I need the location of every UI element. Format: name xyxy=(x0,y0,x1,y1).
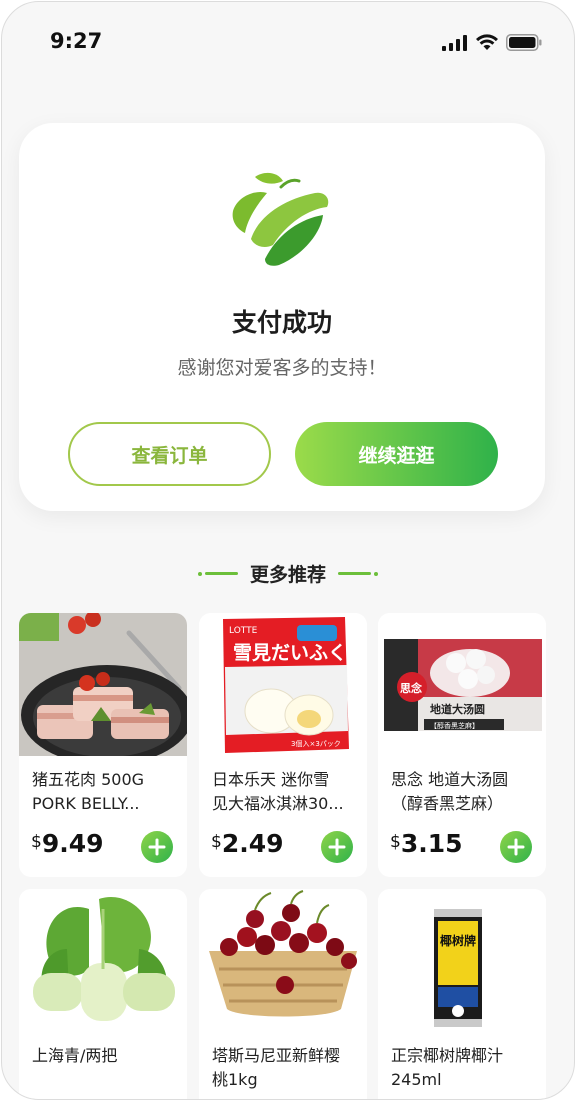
currency-symbol: $ xyxy=(211,832,222,852)
price-amount: 3.15 xyxy=(400,829,463,858)
product-card-cherries[interactable]: 塔斯马尼亚新鲜樱 桃1kg xyxy=(199,889,367,1099)
wifi-icon xyxy=(476,34,498,50)
recommend-section-header: 更多推荐 xyxy=(2,560,574,587)
product-name: 猪五花肉 500G PORK BELLY... xyxy=(32,770,145,813)
product-name: 思念 地道大汤圆 （醇香黑芝麻） xyxy=(391,770,509,813)
payment-success-title: 支付成功 xyxy=(231,308,332,337)
product-price: $9.49 xyxy=(31,829,104,858)
product-price: $2.49 xyxy=(211,829,284,858)
lotte-mochi-image: LOTTE 雪見だいふく 3個入×3パック xyxy=(199,613,367,756)
coconut-juice-image: 椰树牌 xyxy=(378,889,546,1032)
lotte-brand-text: LOTTE xyxy=(229,626,258,636)
status-icons xyxy=(442,34,542,51)
cellular-signal-icon xyxy=(442,34,467,51)
product-card-lotte-mochi[interactable]: LOTTE 雪見だいふく 3個入×3パック 日本乐天 迷你雪 见大福冰淇淋30.… xyxy=(199,613,367,877)
continue-shopping-button[interactable]: 继续逛逛 xyxy=(295,422,498,486)
divider-right xyxy=(338,571,378,576)
add-to-cart-button[interactable] xyxy=(321,831,353,863)
thanks-message: 感谢您对爱客多的支持！ xyxy=(177,357,387,379)
product-name: 正宗椰树牌椰汁 245ml xyxy=(391,1046,504,1089)
coconut-brand-text: 椰树牌 xyxy=(440,933,476,948)
siniang-brand-text: 思念 xyxy=(400,681,423,695)
product-card-pork-belly[interactable]: 猪五花肉 500G PORK BELLY... $9.49 xyxy=(19,613,187,877)
lotte-count-text: 3個入×3パック xyxy=(291,739,341,748)
tangyuan-image: 思念 地道大汤圆 【醇香黑芝麻】 xyxy=(378,613,546,756)
add-to-cart-button[interactable] xyxy=(500,831,532,863)
plus-icon xyxy=(148,838,166,856)
product-card-tangyuan[interactable]: 思念 地道大汤圆 【醇香黑芝麻】 思念 地道大汤圆 （醇香黑芝麻） $3.15 xyxy=(378,613,546,877)
currency-symbol: $ xyxy=(31,832,42,852)
bok-choy-image xyxy=(19,889,187,1032)
phone-frame: 9:27 支付成功 感谢您对爱客多的支持！ 查看订单 继续逛逛 更多推荐 猪五花… xyxy=(1,1,575,1100)
cherries-image xyxy=(199,889,367,1032)
battery-icon xyxy=(506,34,542,51)
pork-belly-image xyxy=(19,613,187,756)
add-to-cart-button[interactable] xyxy=(141,831,173,863)
status-bar: 9:27 xyxy=(2,2,574,82)
product-name: 日本乐天 迷你雪 见大福冰淇淋30... xyxy=(212,770,344,813)
plus-icon xyxy=(507,838,525,856)
view-order-button[interactable]: 查看订单 xyxy=(68,422,271,486)
siniang-flavor-text: 【醇香黑芝麻】 xyxy=(430,721,479,730)
price-amount: 2.49 xyxy=(221,829,284,858)
price-amount: 9.49 xyxy=(41,829,104,858)
product-card-bok-choy[interactable]: 上海青/两把 xyxy=(19,889,187,1099)
product-name: 塔斯马尼亚新鲜樱 桃1kg xyxy=(212,1046,341,1089)
currency-symbol: $ xyxy=(390,832,401,852)
product-name: 上海青/两把 xyxy=(32,1046,118,1065)
plus-icon xyxy=(328,838,346,856)
lotte-title-text: 雪見だいふく xyxy=(233,642,347,664)
siniang-title-text: 地道大汤圆 xyxy=(430,702,485,716)
product-price: $3.15 xyxy=(390,829,463,858)
payment-success-card: 支付成功 感谢您对爱客多的支持！ 查看订单 继续逛逛 xyxy=(19,123,545,511)
status-time: 9:27 xyxy=(50,29,103,53)
product-card-coconut-juice[interactable]: 椰树牌 正宗椰树牌椰汁 245ml xyxy=(378,889,546,1099)
brand-logo-icon xyxy=(232,172,329,266)
recommend-title: 更多推荐 xyxy=(249,564,326,586)
divider-left xyxy=(197,571,238,576)
